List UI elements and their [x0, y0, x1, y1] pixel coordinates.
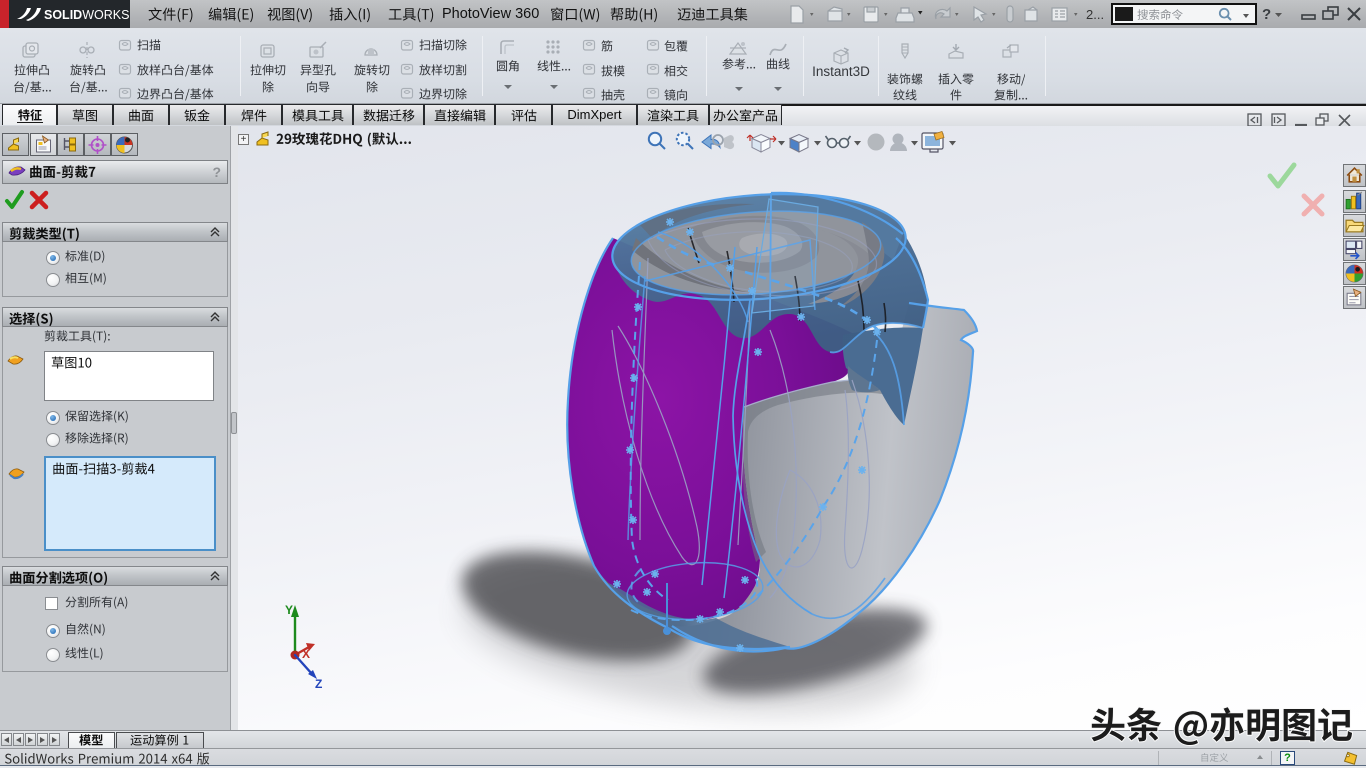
svg-text:Z: Z: [315, 677, 322, 691]
svg-text:SOLIDWORKS: SOLIDWORKS: [44, 8, 129, 22]
svg-text:?: ?: [1262, 6, 1271, 23]
svg-text:2...: 2...: [1086, 7, 1104, 22]
svg-text:X: X: [302, 647, 310, 661]
svg-text:Y: Y: [285, 603, 293, 617]
